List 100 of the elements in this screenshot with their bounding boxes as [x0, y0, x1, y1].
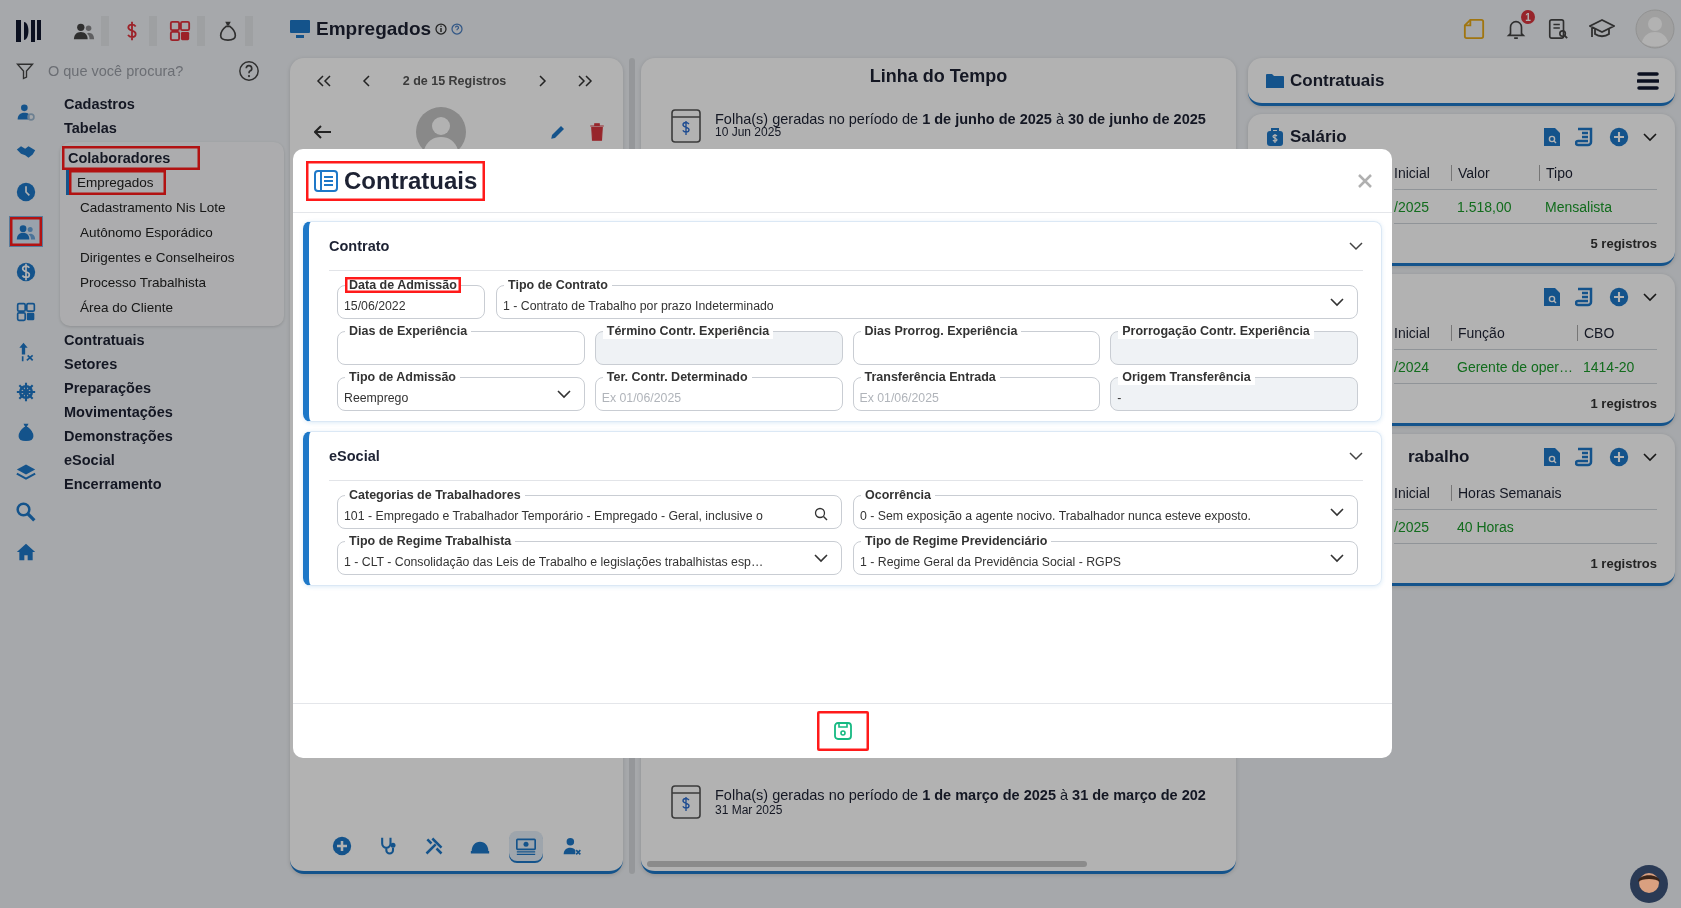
info-icon[interactable] — [435, 23, 448, 35]
field-label: Data de Admissão — [345, 277, 461, 293]
add-icon[interactable] — [1609, 287, 1629, 307]
calculator-icon — [169, 20, 191, 42]
plus-icon — [331, 836, 352, 856]
add-icon[interactable] — [1609, 127, 1629, 147]
submenu-item[interactable]: Autônomo Esporádico — [66, 220, 217, 245]
file-search-icon[interactable] — [1543, 287, 1561, 307]
timeline-title: Linha do Tempo — [868, 66, 1009, 87]
field-label: Tipo de Regime Previdenciário — [861, 533, 1052, 549]
menu-item[interactable]: Preparações — [60, 376, 156, 400]
employee-tab[interactable] — [508, 831, 543, 861]
chevron-down-icon[interactable] — [1349, 239, 1363, 253]
timeline-entry-text: Folha(s) geradas no período de 1 de março de 2025 à 31 de março de 202 — [715, 787, 1206, 803]
timeline-entry-text: Folha(s) geradas no período de 1 de junho de 2025 à 30 de junho de 2025 — [715, 111, 1206, 127]
assistant-avatar-icon[interactable] — [1629, 864, 1669, 904]
submenu-item[interactable]: Processo Trabalhista — [66, 270, 211, 295]
chevron-down-icon[interactable] — [1643, 292, 1657, 302]
submenu-item[interactable]: Dirigentes e Conselheiros — [66, 245, 239, 270]
table-cell-text: Mensalista — [1544, 198, 1612, 215]
record-count: 1 registros — [1590, 556, 1657, 571]
help-icon[interactable] — [451, 23, 464, 35]
menu-item[interactable]: Tabelas — [60, 116, 121, 140]
column-header: Horas Semanais — [1451, 484, 1562, 501]
field-label: Tipo de Contrato — [504, 277, 612, 293]
horizontal-scrollbar[interactable] — [647, 861, 1087, 867]
chevron-down-icon[interactable] — [556, 389, 571, 399]
scroll-icon[interactable] — [1575, 287, 1595, 307]
search-icon[interactable] — [814, 507, 828, 521]
menu-item[interactable]: Demonstrações — [60, 424, 177, 448]
record-count: 5 registros — [1590, 236, 1657, 251]
tools-icon — [423, 836, 444, 856]
first-page-icon[interactable] — [316, 75, 332, 87]
chevron-down-icon[interactable] — [1349, 449, 1363, 463]
table-cell-text: Gerente de oper… — [1456, 358, 1574, 375]
field-label: Tipo de Admissão — [345, 369, 460, 385]
scroll-icon[interactable] — [1575, 447, 1595, 467]
table-cell-text: /2025 — [1394, 518, 1431, 535]
menu-item[interactable]: Movimentações — [60, 400, 177, 424]
file-search-icon[interactable] — [1543, 447, 1561, 467]
menu-item[interactable]: Encerramento — [60, 472, 166, 496]
submenu-item[interactable]: Cadastramento Nis Lote — [66, 195, 230, 220]
field-label: Dias de Experiência — [345, 323, 472, 339]
chevron-down-icon[interactable] — [1643, 132, 1657, 142]
help-icon[interactable] — [238, 60, 260, 82]
file-search-icon[interactable] — [1543, 127, 1561, 147]
menu-item[interactable]: Setores — [60, 352, 122, 376]
column-header: Inicial — [1394, 324, 1431, 341]
scroll-icon[interactable] — [1575, 127, 1595, 147]
submenu-item[interactable]: Empregados — [66, 170, 166, 195]
delete-icon[interactable] — [589, 123, 605, 141]
record-counter: 2 de 15 Registros — [402, 74, 507, 88]
user-remove-icon — [561, 836, 582, 856]
menu-item[interactable]: Contratuais — [60, 328, 149, 352]
save-button[interactable] — [816, 711, 869, 751]
save-icon — [832, 721, 853, 741]
field-label: Origem Transferência — [1118, 369, 1255, 385]
section-title: eSocial — [329, 448, 380, 464]
invoice-icon — [671, 109, 701, 143]
bell-icon[interactable] — [1505, 18, 1527, 40]
document-search-icon[interactable] — [1547, 18, 1569, 40]
menu-icon[interactable] — [1637, 70, 1659, 91]
column-header: Tipo — [1539, 164, 1573, 181]
add-icon[interactable] — [1609, 447, 1629, 467]
search-field[interactable]: O que você procura? — [46, 61, 226, 81]
next-icon[interactable] — [536, 75, 547, 87]
filter-icon[interactable] — [16, 62, 34, 80]
chevron-down-icon[interactable] — [814, 553, 828, 563]
chevron-down-icon[interactable] — [1330, 297, 1344, 307]
money-bag-icon — [217, 20, 239, 42]
page-title: Empregados — [316, 18, 432, 40]
column-header: Inicial — [1394, 484, 1431, 501]
submenu-item[interactable]: Área do Cliente — [66, 295, 178, 320]
chevron-down-icon[interactable] — [1330, 553, 1344, 563]
timeline-date: 31 Mar 2025 — [715, 803, 784, 817]
list-icon — [314, 169, 338, 192]
column-header: Valor — [1451, 164, 1539, 181]
table-cell-text: /2024 — [1394, 358, 1431, 375]
rail-button[interactable] — [9, 216, 43, 247]
money-bag-icon — [16, 421, 36, 442]
last-page-icon[interactable] — [576, 75, 593, 87]
field-label: Dias Prorrog. Experiência — [860, 323, 1022, 339]
home-icon — [16, 541, 36, 562]
card-title: rabalho — [1408, 447, 1470, 467]
record-count: 1 registros — [1590, 396, 1657, 411]
graduation-cap-icon[interactable] — [1589, 18, 1615, 40]
close-icon[interactable] — [1358, 173, 1372, 188]
previous-icon[interactable] — [362, 75, 373, 87]
card-title: Salário — [1290, 127, 1347, 147]
table-cell-text: 1.518,00 — [1456, 198, 1513, 215]
edit-icon[interactable] — [549, 123, 567, 141]
chevron-down-icon[interactable] — [1643, 452, 1657, 462]
folder-icon — [1266, 72, 1284, 89]
column-header: Inicial — [1394, 164, 1431, 181]
menu-item[interactable]: Cadastros — [60, 92, 139, 116]
back-arrow-icon[interactable] — [314, 125, 332, 139]
menu-item[interactable]: Colaboradores — [62, 146, 200, 170]
menu-item[interactable]: eSocial — [60, 448, 119, 472]
logo-icon — [15, 18, 41, 44]
chevron-down-icon[interactable] — [1330, 507, 1344, 517]
